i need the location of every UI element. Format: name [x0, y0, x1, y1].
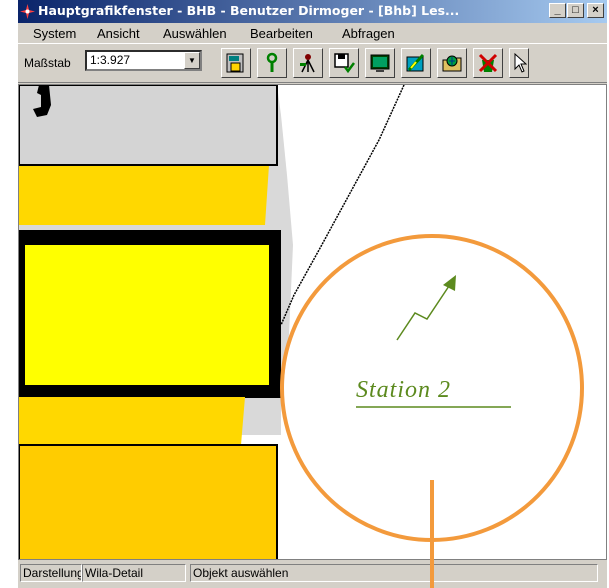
annotation-overlay — [280, 234, 584, 588]
